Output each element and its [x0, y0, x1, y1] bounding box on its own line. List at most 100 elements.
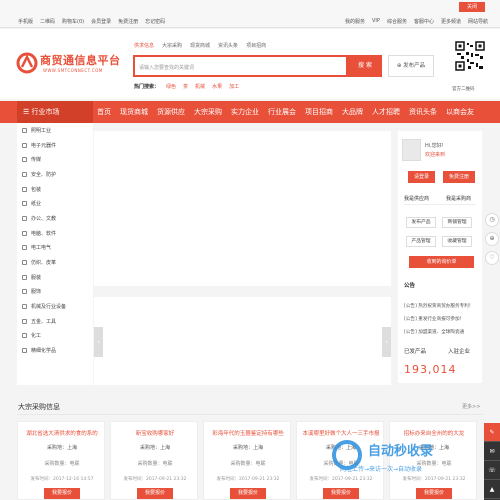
vip-link[interactable]: VIP	[372, 18, 380, 25]
category-item[interactable]: 传媒	[17, 152, 93, 167]
category-item[interactable]: 电脑、软件	[17, 226, 93, 241]
nav-item[interactable]: 人才招聘	[368, 101, 405, 123]
inquiry-list-button[interactable]: 收到的询价单	[409, 256, 474, 268]
nav-item[interactable]: 现货商城	[116, 101, 153, 123]
notice-item[interactable]: [公告] 热烈祝贺商贸办服务专利！	[404, 303, 473, 309]
category-item[interactable]: 电子元器件	[17, 138, 93, 153]
tab-buyer[interactable]: 我是采购商	[446, 195, 471, 202]
category-item[interactable]: 办公、文教	[17, 211, 93, 226]
quote-button[interactable]: 我要报价	[137, 488, 173, 499]
cart-link[interactable]: 购物车(0)	[62, 18, 84, 25]
category-item[interactable]: 安全、防护	[17, 167, 93, 182]
search-tab-projects[interactable]: 项目招商	[246, 42, 266, 49]
search-button[interactable]: 搜 索	[348, 55, 382, 77]
product-management-link[interactable]: 产品管理	[406, 236, 436, 247]
more-channels-link[interactable]: 更多频道	[441, 18, 461, 25]
my-services-link[interactable]: 我的服务	[345, 18, 365, 25]
chat-icon[interactable]: ✉	[484, 442, 500, 461]
register-link[interactable]: 免费注册	[118, 18, 138, 25]
tab-supplier[interactable]: 我是供应商	[404, 195, 429, 202]
shop-management-link[interactable]: 商铺管理	[442, 217, 472, 228]
mobile-link[interactable]: 手机版	[18, 18, 33, 25]
publish-product-button[interactable]: ⊕ 发布产品	[388, 55, 434, 77]
category-item[interactable]: 服饰	[17, 285, 93, 300]
main-banner[interactable]	[94, 131, 391, 286]
nav-item[interactable]: 资讯头条	[405, 101, 442, 123]
close-button[interactable]: 关闭	[459, 2, 485, 12]
promo-slider: ‹ ›	[94, 297, 391, 385]
category-item[interactable]: 仿织、皮革	[17, 255, 93, 270]
category-item[interactable]: 精细化学品	[17, 343, 93, 358]
quote-button[interactable]: 我要报价	[230, 488, 266, 499]
customer-center-link[interactable]: 客服中心	[414, 18, 434, 25]
site-logo[interactable]: 商贸通信息平台 WWW.SMTCONNECT.COM	[16, 51, 120, 81]
nav-item-home[interactable]: 首页	[97, 101, 116, 123]
float-cart-icon[interactable]: ⊕	[485, 232, 499, 246]
quote-button[interactable]: 我要报价	[44, 488, 80, 499]
category-item[interactable]: 电工电气	[17, 241, 93, 256]
login-link[interactable]: 会员登录	[91, 18, 111, 25]
float-favorite-icon[interactable]: ♡	[485, 251, 499, 265]
nav-item[interactable]: 大宗采购	[190, 101, 227, 123]
notice-item[interactable]: [公告] 加盟渠道、全球陶瓷通	[404, 329, 464, 335]
category-item[interactable]: 五金、工具	[17, 314, 93, 329]
nav-item[interactable]: 行业展会	[264, 101, 301, 123]
feedback-icon[interactable]: ✎	[484, 423, 500, 442]
quote-button[interactable]: 我要报价	[416, 488, 452, 499]
hot-word[interactable]: 水果	[212, 83, 222, 90]
top-right-links: 我的服务 VIP 综合服务 客服中心 更多频道 网站导航	[345, 18, 488, 25]
search-tab-news[interactable]: 资讯头条	[218, 42, 238, 49]
category-item[interactable]: 机械及行业设备	[17, 299, 93, 314]
role-tabs: 我是供应商 我是采购商	[404, 195, 471, 202]
category-item[interactable]: 服装	[17, 270, 93, 285]
bulk-card-title[interactable]: 彩海年代的玉器鉴定持有哪些	[204, 429, 292, 437]
category-item[interactable]: 照明工业	[17, 123, 93, 138]
hot-word[interactable]: 绿色	[166, 83, 176, 90]
hot-label: 热门搜索：	[134, 84, 160, 90]
bulk-card[interactable]: 湖北省选大清供求的食的系的 采购地：上海 采购数量：电联 发布时间：2017-1…	[17, 421, 105, 500]
category-label: 包装	[31, 186, 42, 193]
category-item[interactable]: 纸业	[17, 196, 93, 211]
top-left-links: 手机版 二维码 购物车(0) 会员登录 免费注册 忘记密码	[18, 18, 165, 25]
general-services-link[interactable]: 综合服务	[387, 18, 407, 25]
bulk-card[interactable]: 彩海年代的玉器鉴定持有哪些 采购地：上海 采购数量：电联 发布时间：2017-0…	[203, 421, 291, 500]
quote-button[interactable]: 我要报价	[323, 488, 359, 499]
back-to-top-icon[interactable]: ▲	[484, 480, 500, 499]
nav-item[interactable]: 货源供应	[153, 101, 190, 123]
site-nav-link[interactable]: 网站导航	[468, 18, 488, 25]
bulk-card-title[interactable]: 新宝收购哪家好	[111, 429, 199, 437]
hot-word[interactable]: 加工	[229, 83, 239, 90]
favorites-management-link[interactable]: 收藏管理	[442, 236, 472, 247]
phone-icon[interactable]: ☏	[484, 461, 500, 480]
nav-item[interactable]: 实力企业	[227, 101, 264, 123]
forgot-password-link[interactable]: 忘记密码	[145, 18, 165, 25]
search-tab-supply[interactable]: 供求信息	[134, 42, 154, 49]
hot-word[interactable]: 茶	[183, 83, 188, 90]
category-icon	[22, 304, 27, 310]
search-tab-bulk[interactable]: 大宗采购	[162, 42, 182, 49]
bulk-card[interactable]: 新宝收购哪家好 采购地：上海 采购数量：电联 发布时间：2017-09-21 2…	[110, 421, 198, 500]
nav-item[interactable]: 大品牌	[338, 101, 368, 123]
publish-product-link[interactable]: 发布产品	[406, 217, 436, 228]
register-button[interactable]: 免费注册	[443, 171, 475, 183]
nav-item[interactable]: 项目招商	[301, 101, 338, 123]
nav-item[interactable]: 以商会友	[442, 101, 479, 123]
hot-word[interactable]: 机械	[195, 83, 205, 90]
qrcode-link[interactable]: 二维码	[40, 18, 55, 25]
category-icon	[22, 157, 27, 163]
divider	[17, 414, 483, 415]
category-menu-button[interactable]: ☰ 行业市场	[17, 101, 93, 123]
float-service-icon[interactable]: ◷	[485, 213, 499, 227]
bulk-card-title[interactable]: 湖北省选大清供求的食的系的	[18, 429, 106, 437]
notice-item[interactable]: [公告] 重发行业商报可参加！	[404, 316, 464, 322]
category-item[interactable]: 包装	[17, 182, 93, 197]
slider-prev-button[interactable]: ‹	[94, 327, 103, 357]
bulk-more-link[interactable]: 更多>>	[462, 403, 480, 410]
search-tab-mall[interactable]: 现货商城	[190, 42, 210, 49]
bulk-card-title[interactable]: 本溪哪里好做个大人一三手市报	[297, 429, 385, 437]
category-item[interactable]: 化工	[17, 329, 93, 344]
bulk-card-title[interactable]: 招标办来自全州的的大龙	[390, 429, 478, 437]
search-input[interactable]: 请输入您要查找的关键词	[133, 55, 348, 77]
login-button[interactable]: 请登录	[408, 171, 435, 183]
slider-next-button[interactable]: ›	[382, 327, 391, 357]
